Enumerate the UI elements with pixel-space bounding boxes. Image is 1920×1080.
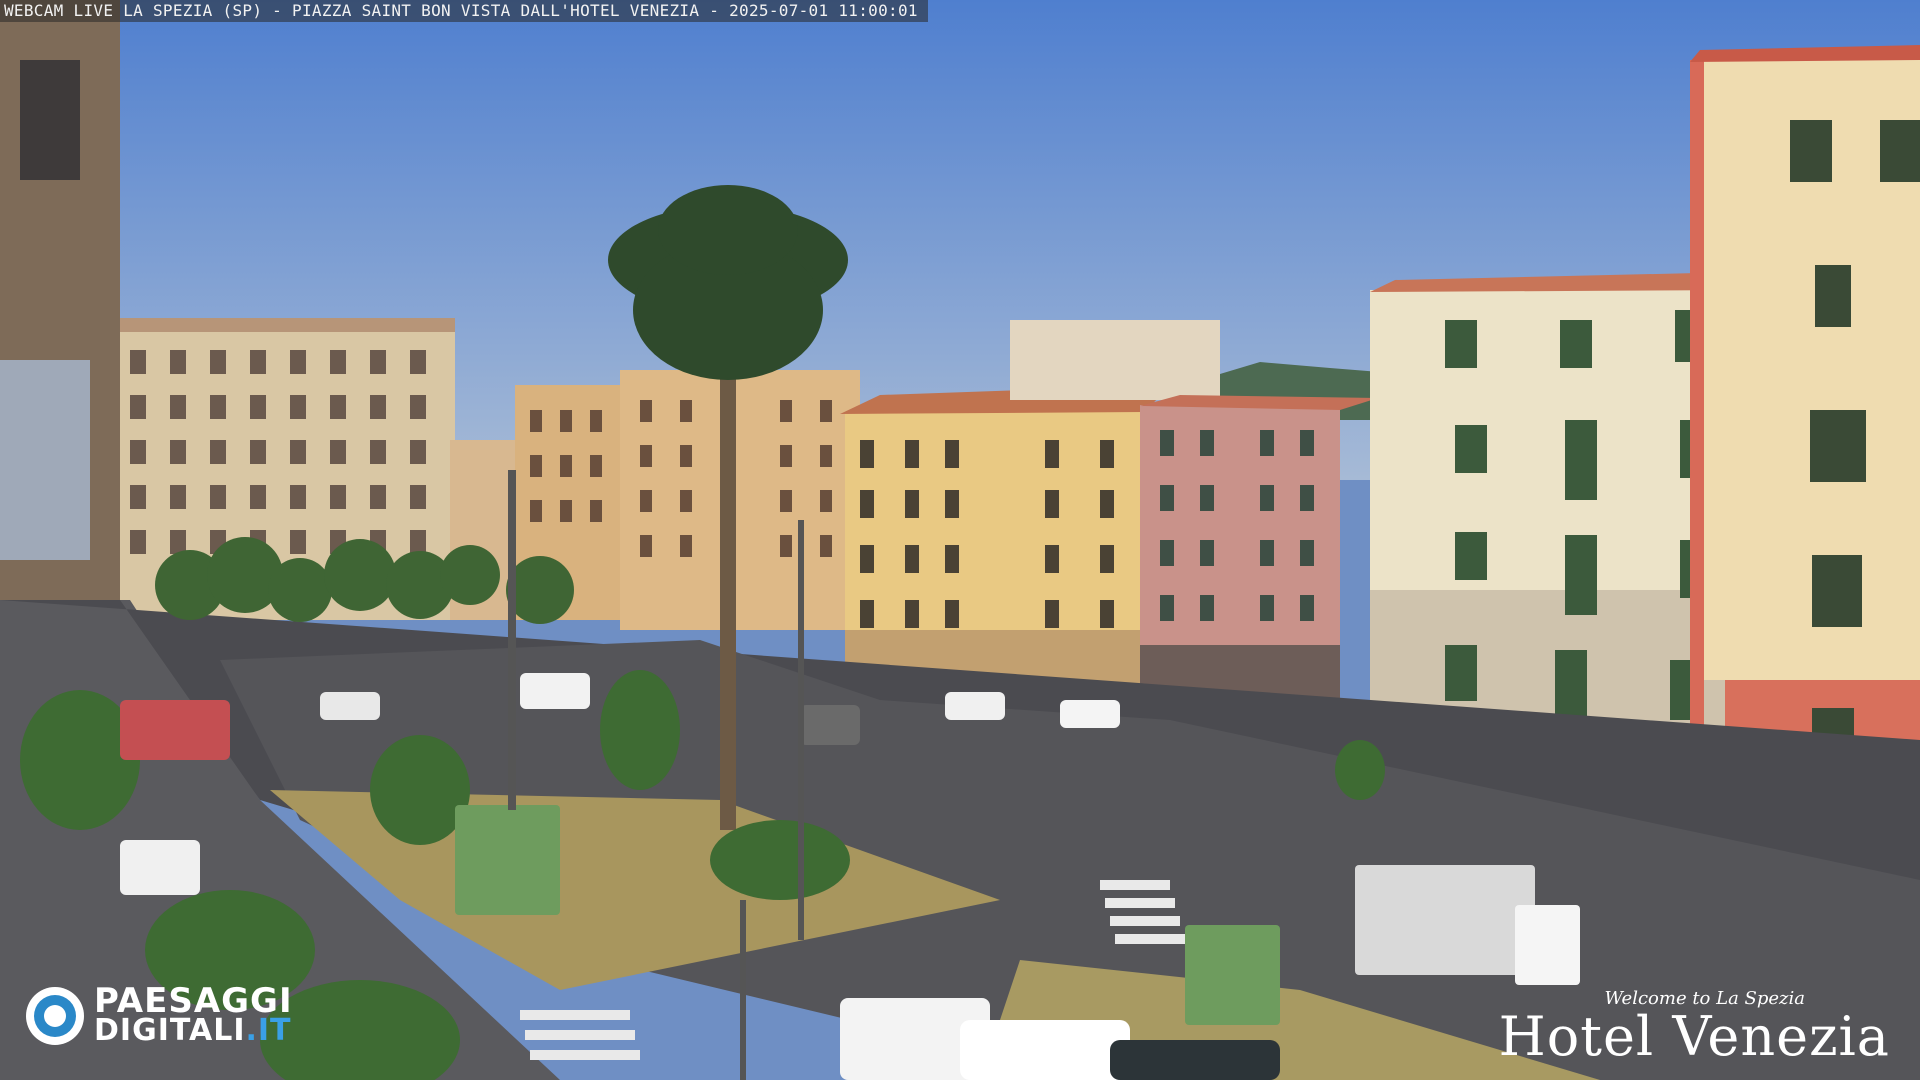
logo-line2b: .IT — [245, 1013, 292, 1048]
webcam-frame: WEBCAM LIVE LA SPEZIA (SP) - PIAZZA SAIN… — [0, 0, 1920, 1080]
webcam-caption: WEBCAM LIVE LA SPEZIA (SP) - PIAZZA SAIN… — [0, 0, 928, 22]
scene-illustration — [0, 0, 1920, 1080]
hotel-venezia-logo: Welcome to La Spezia Hotel Venezia — [1499, 988, 1890, 1065]
logo-hotel-name: Hotel Venezia — [1498, 1005, 1890, 1068]
paesaggi-digitali-logo: PAESAGGI DIGITALI.IT — [26, 981, 293, 1048]
logo-line2a: DIGITALI — [94, 1013, 246, 1048]
logo-line1: PAESAGGI — [94, 981, 293, 1021]
camera-lens-icon — [26, 987, 84, 1045]
